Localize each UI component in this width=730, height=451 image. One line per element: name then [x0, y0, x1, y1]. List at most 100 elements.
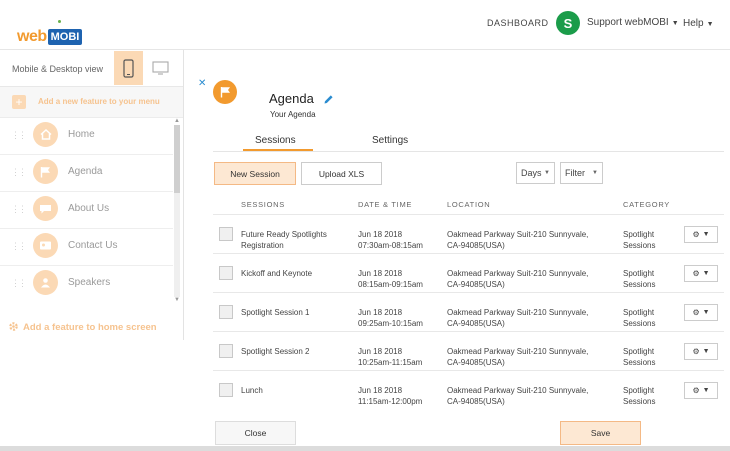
drag-handle-icon[interactable]: ⋮⋮: [11, 241, 27, 252]
add-feature-menu-label: Add a new feature to your menu: [38, 97, 160, 106]
horizontal-scrollbar[interactable]: [0, 446, 730, 451]
flag-icon: [33, 159, 58, 184]
session-location: Oakmead Parkway Suit-210 Sunnyvale, CA-94…: [447, 230, 589, 250]
save-button[interactable]: Save: [560, 421, 641, 445]
session-date-time: Jun 18 2018 08:15am-09:15am: [358, 269, 423, 289]
close-button[interactable]: Close: [215, 421, 296, 445]
add-feature-menu-button[interactable]: + Add a new feature to your menu: [0, 87, 183, 118]
row-checkbox[interactable]: [219, 266, 233, 280]
session-category: Spotlight Sessions: [623, 269, 656, 289]
caret-down-icon: ▼: [702, 270, 710, 277]
sidebar-item-label: Contact Us: [68, 240, 118, 251]
sidebar-item-about-us[interactable]: ⋮⋮ About Us: [0, 191, 173, 229]
caret-down-icon: ▼: [706, 21, 714, 28]
table-row[interactable]: Future Ready Spotlights Registration Jun …: [213, 214, 724, 254]
row-settings-dropdown[interactable]: ⚙ ▼: [684, 226, 718, 243]
view-toggle-bar: Mobile & Desktop view: [0, 50, 183, 87]
session-date-time: Jun 18 2018 11:15am-12:00pm: [358, 386, 423, 406]
drag-handle-icon[interactable]: ⋮⋮: [11, 278, 27, 289]
table-row[interactable]: Spotlight Session 2 Jun 18 2018 10:25am-1…: [213, 331, 724, 371]
session-category: Spotlight Sessions: [623, 308, 656, 328]
logo-text-mobi: MOBI: [47, 29, 83, 45]
top-bar: web MOBI DASHBOARD S Support webMOBI ▼ He…: [0, 0, 730, 50]
session-name: Future Ready Spotlights Registration: [241, 230, 327, 250]
mobile-icon: [123, 58, 134, 78]
dashboard-link[interactable]: DASHBOARD: [487, 18, 549, 28]
drag-handle-icon[interactable]: ⋮⋮: [11, 130, 27, 141]
flag-icon: [213, 80, 237, 104]
row-settings-dropdown[interactable]: ⚙ ▼: [684, 265, 718, 282]
table-row[interactable]: Lunch Jun 18 2018 11:15am-12:00pm Oakmead…: [213, 370, 724, 410]
filter-select[interactable]: Filter ▼: [560, 162, 603, 184]
gear-icon: ⚙: [692, 347, 700, 356]
tab-settings[interactable]: Settings: [372, 135, 408, 146]
caret-down-icon: ▼: [671, 20, 679, 27]
help-label: Help: [683, 18, 704, 29]
row-settings-dropdown[interactable]: ⚙ ▼: [684, 382, 718, 399]
sidebar-item-home[interactable]: ⋮⋮ Home: [0, 117, 173, 155]
drag-handle-icon[interactable]: ⋮⋮: [11, 167, 27, 178]
close-icon[interactable]: ✕: [198, 78, 206, 89]
sidebar-item-label: Home: [68, 129, 95, 140]
pencil-edit-icon[interactable]: [323, 92, 334, 110]
webmobi-logo[interactable]: web MOBI: [17, 20, 83, 47]
view-label: Mobile & Desktop view: [12, 64, 104, 74]
row-checkbox[interactable]: [219, 383, 233, 397]
session-location: Oakmead Parkway Suit-210 Sunnyvale, CA-94…: [447, 269, 589, 289]
drag-handle-icon[interactable]: ⋮⋮: [11, 204, 27, 215]
row-checkbox[interactable]: [219, 344, 233, 358]
gear-icon: ⚙: [692, 308, 700, 317]
user-menu[interactable]: Support webMOBI ▼: [587, 17, 679, 28]
days-select[interactable]: Days ▼: [516, 162, 555, 184]
sidebar-item-speakers[interactable]: ⋮⋮ Speakers: [0, 265, 173, 300]
scroll-down-arrow-icon[interactable]: ▼: [174, 297, 180, 303]
chat-icon: [33, 196, 58, 221]
caret-down-icon: ▼: [544, 170, 550, 176]
scroll-up-arrow-icon[interactable]: ▲: [174, 118, 180, 124]
row-settings-dropdown[interactable]: ⚙ ▼: [684, 343, 718, 360]
mobile-view-button[interactable]: [114, 51, 143, 85]
gear-icon: [9, 322, 18, 331]
sidebar: Mobile & Desktop view + Add a new featur…: [0, 50, 184, 340]
caret-down-icon: ▼: [702, 387, 710, 394]
upload-xls-button[interactable]: Upload XLS: [301, 162, 382, 185]
caret-down-icon: ▼: [702, 348, 710, 355]
add-feature-home-button[interactable]: Add a feature to home screen: [0, 312, 183, 340]
row-checkbox[interactable]: [219, 227, 233, 241]
session-category: Spotlight Sessions: [623, 386, 656, 406]
table-row[interactable]: Spotlight Session 1 Jun 18 2018 09:25am-1…: [213, 292, 724, 332]
logo-dot: [58, 20, 61, 23]
column-header-category: CATEGORY: [623, 200, 670, 209]
speakers-icon: [33, 270, 58, 295]
desktop-view-button[interactable]: [147, 51, 173, 85]
sidebar-item-label: Speakers: [68, 277, 111, 288]
column-header-sessions: SESSIONS: [241, 200, 285, 209]
sidebar-item-label: Agenda: [68, 166, 103, 177]
table-row[interactable]: Kickoff and Keynote Jun 18 2018 08:15am-0…: [213, 253, 724, 293]
caret-down-icon: ▼: [702, 309, 710, 316]
row-settings-dropdown[interactable]: ⚙ ▼: [684, 304, 718, 321]
sidebar-item-label: About Us: [68, 203, 110, 214]
caret-down-icon: ▼: [702, 231, 710, 238]
sidebar-item-contact-us[interactable]: ⋮⋮ Contact Us: [0, 228, 173, 266]
session-name: Spotlight Session 2: [241, 347, 310, 356]
session-name: Lunch: [241, 386, 263, 395]
caret-down-icon: ▼: [592, 170, 598, 176]
session-date-time: Jun 18 2018 07:30am-08:15am: [358, 230, 423, 250]
desktop-icon: [151, 61, 169, 75]
help-menu[interactable]: Help ▼: [683, 18, 714, 29]
scrollbar-thumb[interactable]: [174, 125, 180, 193]
page-title: Agenda: [269, 91, 314, 106]
new-session-button[interactable]: New Session: [214, 162, 296, 185]
session-location: Oakmead Parkway Suit-210 Sunnyvale, CA-94…: [447, 386, 589, 406]
row-checkbox[interactable]: [219, 305, 233, 319]
page-subtitle: Your Agenda: [270, 110, 316, 119]
column-header-date-time: DATE & TIME: [358, 200, 413, 209]
tab-sessions[interactable]: Sessions: [255, 135, 296, 146]
home-icon: [33, 122, 58, 147]
plus-icon: +: [12, 95, 26, 109]
sidebar-item-agenda[interactable]: ⋮⋮ Agenda: [0, 154, 173, 192]
days-select-value: Days: [521, 168, 542, 178]
avatar[interactable]: S: [556, 11, 580, 35]
session-date-time: Jun 18 2018 09:25am-10:15am: [358, 308, 423, 328]
